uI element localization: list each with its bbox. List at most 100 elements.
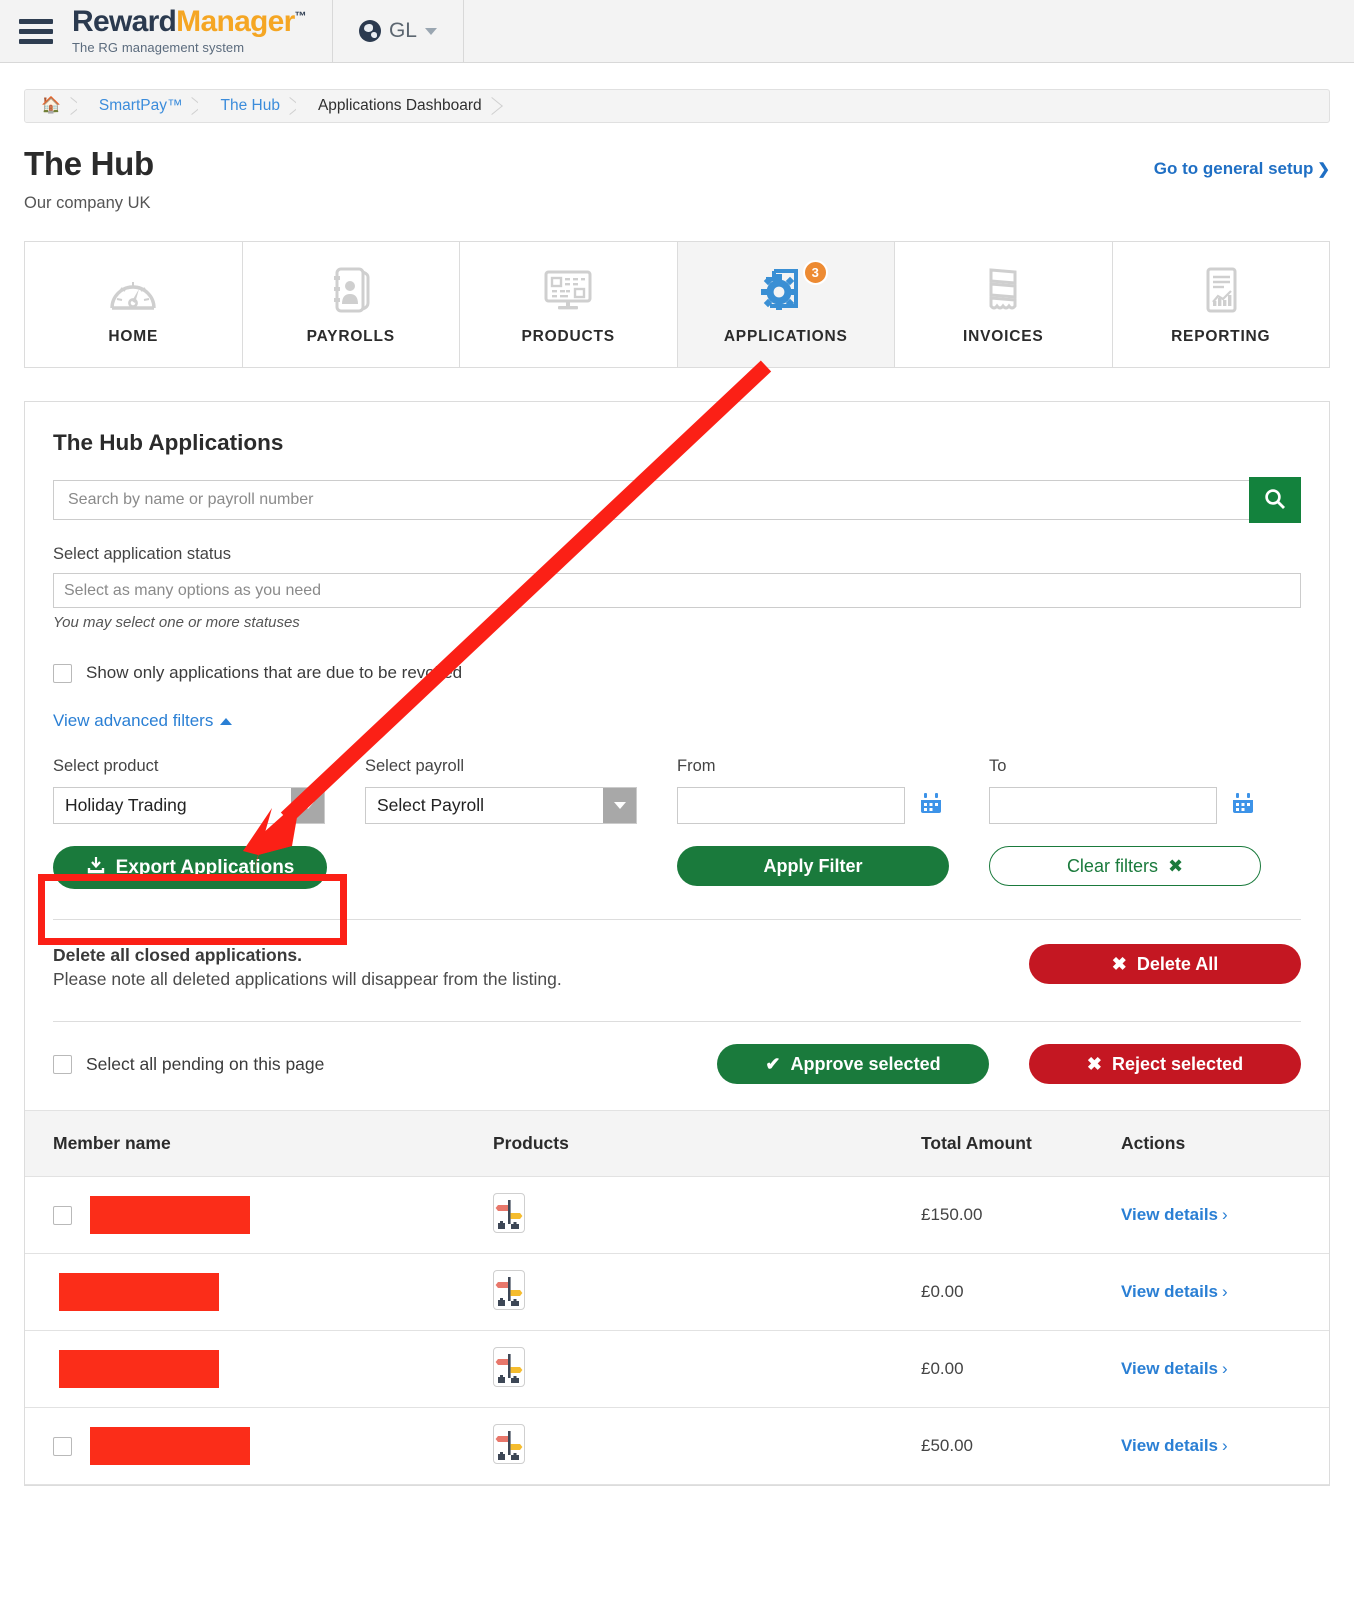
view-details-label: View details [1121, 1205, 1219, 1225]
chevron-down-icon [424, 27, 437, 35]
approve-selected-button[interactable]: ✔ Approve selected [717, 1044, 989, 1085]
row-select-checkbox[interactable] [53, 1436, 72, 1456]
tab-reporting[interactable]: REPORTING [1112, 242, 1329, 367]
home-icon: 🏠 [41, 97, 61, 114]
from-date-input[interactable] [677, 787, 905, 824]
view-advanced-filters-link[interactable]: View advanced filters [53, 711, 233, 731]
apply-filter-label: Apply Filter [763, 855, 863, 876]
tab-payrolls[interactable]: PAYROLLS [242, 242, 460, 367]
delete-closed-applications-section: Delete all closed applications. Please n… [53, 920, 1301, 991]
globe-icon [358, 20, 381, 42]
hamburger-menu-icon[interactable] [0, 0, 72, 62]
chevron-down-icon [603, 788, 636, 823]
revoked-checkbox[interactable] [53, 663, 72, 683]
tab-label-invoices: INVOICES [963, 327, 1044, 345]
chevron-right-icon: › [1222, 1436, 1228, 1456]
view-details-link[interactable]: View details › [1121, 1359, 1228, 1378]
chevron-down-icon [291, 788, 324, 823]
breadcrumb-home[interactable]: 🏠 [25, 90, 77, 122]
breadcrumb-current-label: Applications Dashboard [317, 97, 482, 114]
tab-products[interactable]: PRODUCTS [460, 242, 678, 367]
brand-logo[interactable]: RewardManager™ The RG management system [72, 0, 332, 62]
tab-label-applications: APPLICATIONS [723, 327, 848, 345]
view-details-link[interactable]: View details › [1121, 1205, 1228, 1224]
column-header-actions: Actions [1121, 1110, 1329, 1178]
tab-applications[interactable]: 3 APPLICATIONS [677, 242, 895, 367]
breadcrumb: 🏠 SmartPay™ The Hub Applications Dashboa… [24, 89, 1330, 123]
tab-invoices[interactable]: INVOICES [895, 242, 1113, 367]
table-row: £50.00 View details › [25, 1407, 1329, 1486]
applications-table-body: £150.00 View details › £0.00 View detail… [25, 1176, 1329, 1486]
locale-label: GL [388, 19, 417, 42]
delete-all-button[interactable]: ✖ Delete All [1029, 944, 1301, 984]
report-chart-icon [1199, 264, 1243, 316]
breadcrumb-link-the-hub[interactable]: The Hub [220, 97, 279, 115]
view-advanced-filters-label: View advanced filters [53, 711, 214, 730]
status-filter-input[interactable] [53, 573, 1301, 608]
address-book-icon [329, 264, 373, 316]
tab-label-home: HOME [108, 327, 159, 345]
payroll-select-value: Select Payroll [377, 795, 484, 815]
view-details-link[interactable]: View details › [1121, 1282, 1228, 1301]
tab-label-payrolls: PAYROLLS [306, 327, 395, 345]
applications-badge: 3 [802, 259, 828, 285]
advanced-filters-grid: Select product Holiday Trading Select pa… [53, 757, 1301, 824]
holiday-trading-signpost-icon [493, 1424, 525, 1465]
delete-section-heading: Delete all closed applications. [53, 945, 302, 965]
to-date-input[interactable] [989, 787, 1217, 824]
redacted-member-name [90, 1196, 250, 1235]
calendar-icon[interactable] [1231, 791, 1255, 820]
brand-name-second: Manager [176, 5, 295, 38]
table-header-row: Member name Products Total Amount Action… [25, 1110, 1329, 1178]
calendar-icon[interactable] [919, 791, 943, 820]
column-header-member-name: Member name [25, 1110, 493, 1178]
monitor-icon [542, 264, 594, 316]
holiday-trading-signpost-icon [493, 1347, 525, 1388]
reject-selected-button[interactable]: ✖ Reject selected [1029, 1044, 1301, 1085]
search-button[interactable] [1249, 477, 1301, 523]
row-select-checkbox[interactable] [53, 1205, 72, 1225]
export-applications-button[interactable]: Export Applications [53, 846, 327, 889]
breadcrumb-link-smartpay[interactable]: SmartPay™ [99, 97, 183, 115]
gear-document-icon: 3 [758, 259, 828, 316]
payroll-select[interactable]: Select Payroll [365, 787, 637, 824]
page-subtitle: Our company UK [24, 194, 151, 212]
breadcrumb-item-the-hub[interactable]: The Hub [198, 90, 296, 122]
close-icon: ✖ [1167, 855, 1184, 876]
product-select[interactable]: Holiday Trading [53, 787, 325, 824]
from-date-group: From [677, 757, 989, 824]
approve-selected-label: Approve selected [790, 1053, 941, 1074]
to-date-group: To [989, 757, 1301, 824]
revoked-checkbox-label[interactable]: Show only applications that are due to b… [86, 663, 462, 683]
search-icon [1263, 487, 1287, 514]
reject-selected-label: Reject selected [1112, 1053, 1244, 1074]
page-title: The Hub [24, 145, 154, 182]
row-total-amount: £0.00 [921, 1330, 1121, 1409]
table-row: £0.00 View details › [25, 1253, 1329, 1332]
tab-home[interactable]: HOME [25, 242, 243, 367]
select-all-pending-label[interactable]: Select all pending on this page [86, 1054, 324, 1075]
check-icon: ✔ [765, 1053, 781, 1074]
applications-table: Member name Products Total Amount Action… [25, 1110, 1329, 1486]
apply-filter-button[interactable]: Apply Filter [677, 846, 949, 886]
payroll-filter-label: Select payroll [365, 757, 465, 775]
view-details-link[interactable]: View details › [1121, 1436, 1228, 1455]
search-input[interactable] [53, 480, 1249, 520]
export-applications-label: Export Applications [115, 856, 295, 878]
breadcrumb-item-smartpay[interactable]: SmartPay™ [76, 90, 199, 122]
product-select-value: Holiday Trading [65, 795, 187, 815]
redacted-member-name [59, 1273, 219, 1312]
go-to-general-setup-link[interactable]: Go to general setup ❯ [1154, 159, 1330, 179]
select-all-pending-checkbox[interactable] [53, 1054, 72, 1074]
applications-table-wrapper: Member name Products Total Amount Action… [25, 1110, 1329, 1486]
holiday-trading-signpost-icon [493, 1270, 525, 1311]
gauge-icon [108, 264, 158, 316]
status-filter-label: Select application status [53, 545, 231, 563]
table-row: £150.00 View details › [25, 1176, 1329, 1255]
search-row [53, 477, 1301, 523]
view-details-label: View details [1121, 1436, 1219, 1456]
locale-selector[interactable]: GL [331, 0, 464, 62]
applications-panel: The Hub Applications Select application … [24, 401, 1330, 1487]
clear-filters-button[interactable]: Clear filters ✖ [989, 846, 1261, 886]
status-filter-helper: You may select one or more statuses [53, 614, 300, 631]
